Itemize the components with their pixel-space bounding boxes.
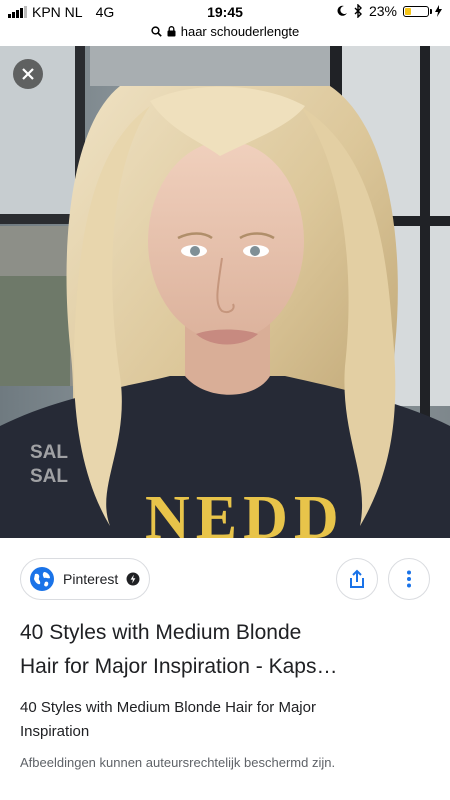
battery-icon xyxy=(403,5,432,17)
result-image[interactable]: SAL SAL NEDD xyxy=(0,46,450,538)
result-description-line-2: Inspiration xyxy=(20,723,90,740)
watermark-text-1: SAL xyxy=(30,442,68,463)
result-title-line-2: Hair for Major Inspiration - Kaps… xyxy=(20,655,338,678)
more-vert-icon xyxy=(407,570,411,588)
status-right: 23% xyxy=(336,3,442,19)
portrait-image: SAL SAL NEDD xyxy=(0,46,450,538)
result-description: 40 Styles with Medium Blonde Hair for Ma… xyxy=(20,696,420,744)
result-title-line-1: 40 Styles with Medium Blonde xyxy=(20,621,302,644)
url-bar[interactable]: haar schouderlengte xyxy=(0,24,450,46)
status-bar: KPN NL 4G 19:45 23% xyxy=(0,0,450,24)
moon-icon xyxy=(337,5,347,16)
charging-icon xyxy=(435,5,442,17)
bluetooth-icon xyxy=(354,4,362,18)
amp-bolt-icon xyxy=(126,572,140,586)
close-button[interactable] xyxy=(13,59,43,89)
share-button[interactable] xyxy=(336,558,378,600)
lock-icon xyxy=(167,26,176,37)
shirt-text: NEDD xyxy=(145,484,345,538)
close-icon xyxy=(22,68,34,80)
result-title[interactable]: 40 Styles with Medium Blonde Hair for Ma… xyxy=(20,616,435,684)
search-icon xyxy=(151,26,162,37)
watermark-text-2: SAL xyxy=(30,466,68,487)
source-name: Pinterest xyxy=(63,571,119,587)
copyright-notice: Afbeeldingen kunnen auteursrechtelijk be… xyxy=(20,755,336,770)
result-description-line-1: 40 Styles with Medium Blonde Hair for Ma… xyxy=(20,699,316,716)
more-button[interactable] xyxy=(388,558,430,600)
battery-percent: 23% xyxy=(368,3,397,19)
url-query: haar schouderlengte xyxy=(180,24,300,39)
source-chip[interactable]: Pinterest xyxy=(20,558,150,600)
globe-icon xyxy=(30,567,54,591)
share-icon xyxy=(350,569,364,588)
